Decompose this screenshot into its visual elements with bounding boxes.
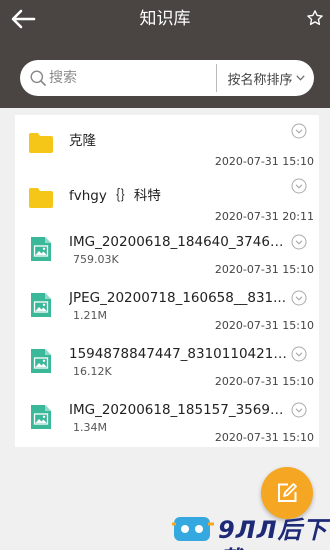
page-title: 知识库 — [139, 9, 191, 29]
file-row[interactable]: IMG_20200618_184640_37469... 759.03K 2020-… — [15, 226, 319, 281]
item-size: 1.21M — [73, 309, 107, 322]
search-bar: 按名称排序 — [20, 60, 314, 96]
watermark-logo-icon — [172, 517, 214, 541]
chevron-down-icon[interactable] — [291, 346, 307, 362]
file-row[interactable]: IMG_20200618_185157_35695... 1.34M 2020-07… — [15, 394, 319, 449]
search-input[interactable] — [49, 68, 209, 88]
star-icon — [307, 10, 323, 26]
sort-label: 按名称排序 — [227, 72, 293, 88]
chevron-down-icon[interactable] — [291, 290, 307, 306]
favorite-button[interactable] — [306, 9, 324, 27]
folder-row[interactable]: 克隆 2020-07-31 15:10 — [15, 115, 319, 170]
sort-dropdown[interactable]: 按名称排序 — [218, 60, 314, 96]
edit-icon — [278, 483, 297, 502]
image-file-icon — [31, 293, 51, 317]
item-name: 克隆 — [69, 133, 96, 149]
item-size: 759.03K — [73, 253, 119, 266]
image-file-icon — [31, 405, 51, 429]
item-date: 2020-07-31 15:10 — [214, 155, 314, 168]
image-file-icon — [31, 237, 51, 261]
item-date: 2020-07-31 20:11 — [214, 210, 314, 223]
item-date: 2020-07-31 15:10 — [214, 375, 314, 388]
chevron-down-icon[interactable] — [291, 234, 307, 250]
top-bar: 知识库 按名称排序 — [0, 0, 330, 108]
item-size: 16.12K — [73, 365, 112, 378]
item-date: 2020-07-31 15:10 — [214, 263, 314, 276]
image-file-icon — [31, 349, 51, 373]
chevron-down-icon[interactable] — [291, 178, 307, 194]
item-date: 2020-07-31 15:10 — [214, 431, 314, 444]
folder-icon — [29, 133, 53, 153]
item-name: IMG_20200618_185157_35695... — [69, 402, 289, 418]
folder-icon — [29, 188, 53, 208]
item-size: 1.34M — [73, 421, 107, 434]
chevron-down-icon[interactable] — [291, 402, 307, 418]
item-name: IMG_20200618_184640_37469... — [69, 234, 289, 250]
item-name: 1594878847447_83101104213... — [69, 346, 289, 362]
file-row[interactable]: JPEG_20200718_160658__831... 1.21M 2020-07… — [15, 282, 319, 337]
file-row[interactable]: 1594878847447_83101104213... 16.12K 2020-0… — [15, 338, 319, 393]
chevron-down-icon[interactable] — [291, 123, 307, 139]
search-divider — [216, 64, 217, 92]
watermark-text: 9ЛЛ后下载 — [218, 516, 328, 550]
item-name: JPEG_20200718_160658__831... — [69, 290, 287, 306]
chevron-down-icon — [295, 75, 305, 81]
search-icon — [30, 70, 46, 86]
file-list: 克隆 2020-07-31 15:10 fvhgy｛｝科特 2020-07-31 20… — [15, 115, 319, 447]
item-date: 2020-07-31 15:10 — [214, 319, 314, 332]
item-name: fvhgy｛｝科特 — [69, 188, 161, 204]
watermark: 9ЛЛ后下载 — [170, 512, 330, 550]
folder-row[interactable]: fvhgy｛｝科特 2020-07-31 20:11 — [15, 170, 319, 225]
